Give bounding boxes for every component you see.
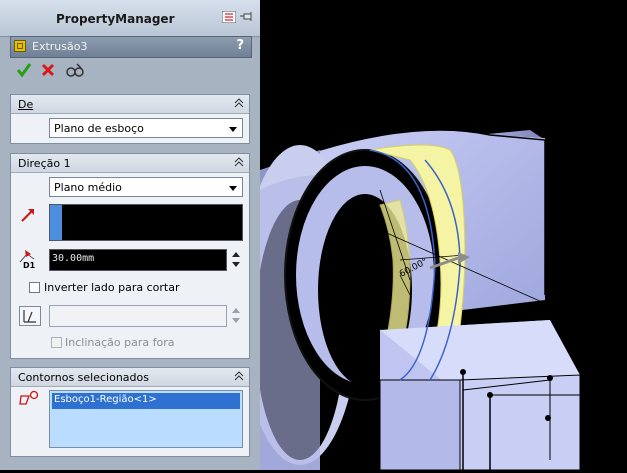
sketch-point: [290, 257, 296, 263]
chevron-down-icon: [229, 127, 237, 132]
cancel-button[interactable]: [40, 62, 56, 82]
draft-icon: [23, 310, 36, 323]
end-condition-dropdown[interactable]: Plano médio: [49, 177, 243, 197]
from-group-header[interactable]: De: [11, 95, 249, 114]
direction1-group-header[interactable]: Direção 1: [11, 154, 249, 173]
direction-reference-field[interactable]: [49, 204, 243, 241]
chevron-down-icon: [229, 186, 237, 191]
feature-title-bar: Extrusão3 ?: [10, 36, 252, 58]
draft-angle-input[interactable]: [49, 305, 227, 327]
depth-spinner[interactable]: [230, 249, 242, 271]
end-condition-value: Plano médio: [54, 181, 122, 194]
help-icon[interactable]: ?: [236, 38, 244, 53]
depth-icon: D1: [17, 250, 36, 270]
collapse-icon[interactable]: [233, 156, 245, 168]
draft-angle-spinner[interactable]: [230, 305, 242, 327]
reverse-direction-icon[interactable]: [19, 206, 37, 224]
selection-indicator: [50, 205, 62, 240]
draft-toggle-button[interactable]: [19, 306, 41, 326]
draft-outward-label: Inclinação para fora: [65, 336, 175, 349]
depth-icon-label: D1: [23, 261, 36, 270]
contour-item-label: Esboço1-Região<1>: [54, 394, 157, 405]
collapse-icon[interactable]: [233, 370, 245, 382]
selected-contours-header[interactable]: Contornos selecionados: [11, 368, 249, 387]
model-view: 60.00°: [240, 129, 581, 471]
spin-up-icon[interactable]: [232, 252, 240, 257]
glasses-icon: [66, 63, 84, 77]
selected-contours-list[interactable]: Esboço1-Região<1>: [49, 390, 243, 448]
pin-icon[interactable]: [240, 11, 254, 23]
panel-title: PropertyManager: [56, 12, 175, 26]
flip-side-checkbox[interactable]: [29, 282, 40, 293]
depth-value: 30.00mm: [52, 253, 95, 264]
action-bar: [10, 60, 250, 86]
property-manager-panel: PropertyManager Extrusão3 ? De Plano de …: [0, 0, 260, 470]
selected-contours-title: Contornos selecionados: [18, 371, 149, 384]
spin-down-icon[interactable]: [232, 262, 240, 267]
contour-icon: [17, 390, 39, 408]
x-icon: [41, 63, 55, 77]
flip-side-label: Inverter lado para cortar: [44, 281, 180, 294]
direction1-group-title: Direção 1: [18, 157, 71, 170]
direction1-group: Direção 1 Plano médio D1 30.00mm Inverte…: [10, 153, 250, 359]
selected-contours-group: Contornos selecionados Esboço1-Região<1>: [10, 367, 250, 457]
property-manager-header: PropertyManager: [0, 0, 260, 37]
from-dropdown-value: Plano de esboço: [54, 122, 144, 135]
draft-outward-checkbox[interactable]: [51, 337, 62, 348]
expand-panel-icon[interactable]: [221, 10, 237, 24]
depth-input[interactable]: 30.00mm: [49, 249, 227, 271]
list-item[interactable]: Esboço1-Região<1>: [52, 393, 240, 409]
preview-button[interactable]: [66, 62, 84, 82]
checkmark-icon: [16, 63, 32, 78]
feature-name: Extrusão3: [32, 40, 88, 53]
spin-up-icon[interactable]: [232, 308, 240, 313]
collapse-icon[interactable]: [233, 97, 245, 109]
from-dropdown[interactable]: Plano de esboço: [49, 118, 243, 138]
ok-button[interactable]: [16, 62, 32, 82]
extrude-icon: [14, 40, 26, 52]
spin-down-icon[interactable]: [232, 318, 240, 323]
from-group-title: De: [18, 98, 34, 111]
from-group: De Plano de esboço: [10, 94, 250, 144]
graphics-viewport[interactable]: 60.00°: [240, 0, 627, 471]
